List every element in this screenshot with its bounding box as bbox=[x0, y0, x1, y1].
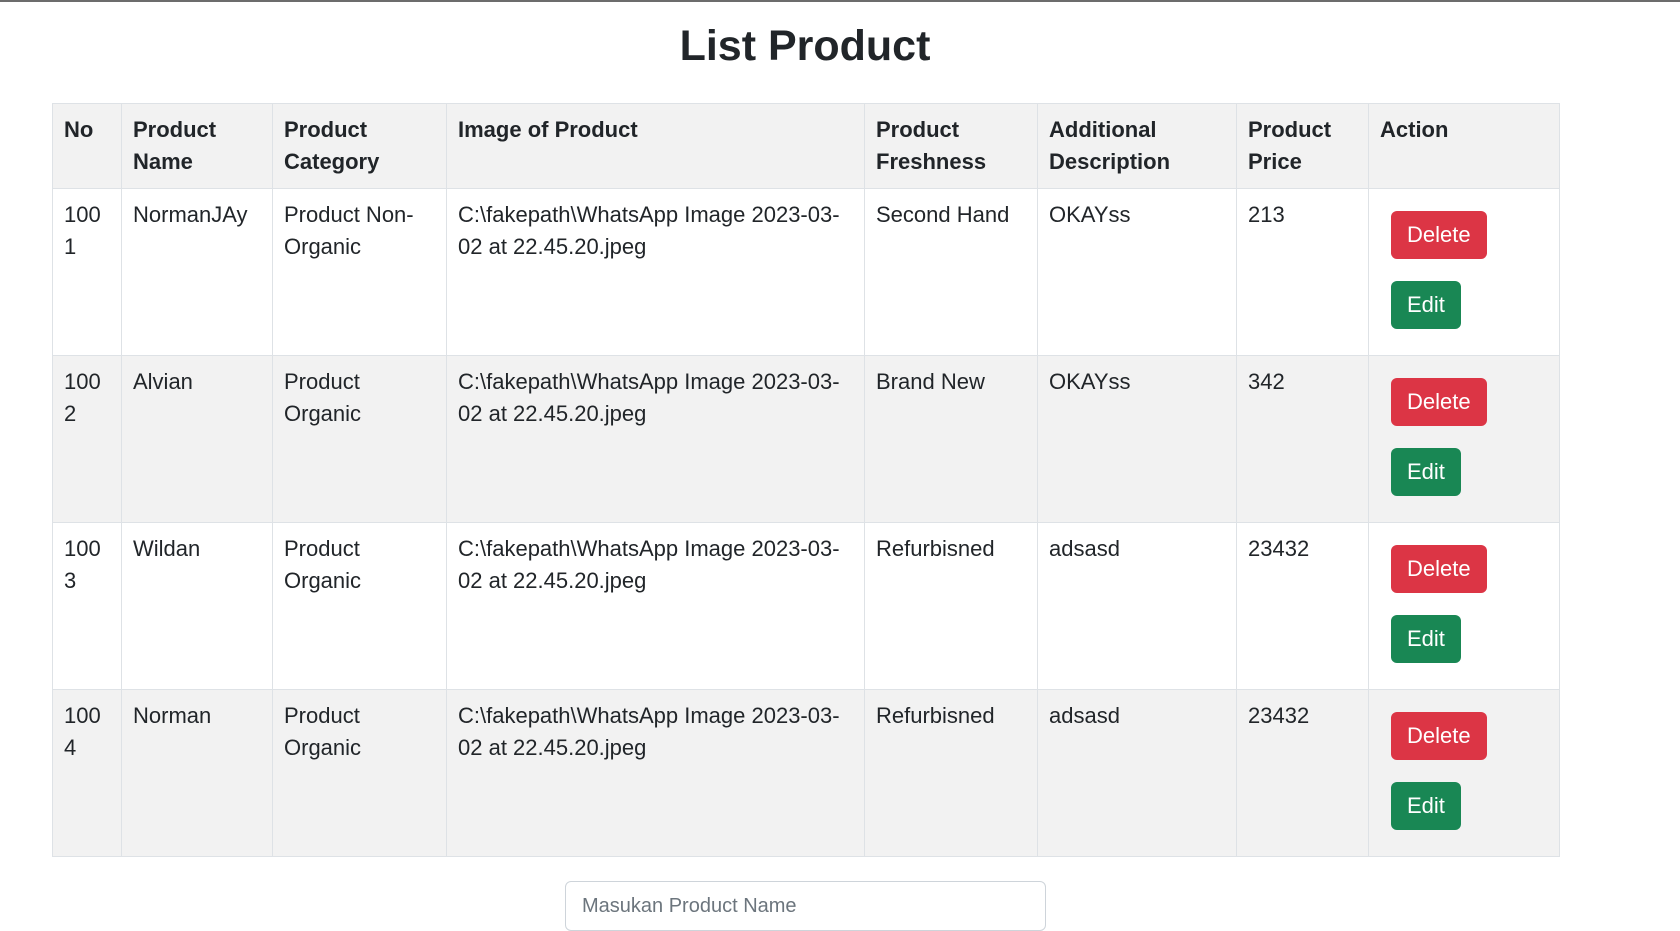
cell-no: 1001 bbox=[52, 188, 122, 356]
page-title: List Product bbox=[679, 22, 931, 70]
cell-product-category: Product Organic bbox=[272, 355, 447, 523]
cell-no: 1003 bbox=[52, 522, 122, 690]
cell-product-price: 342 bbox=[1236, 355, 1369, 523]
cell-product-name: Alvian bbox=[121, 355, 273, 523]
delete-button[interactable]: Delete bbox=[1391, 378, 1487, 426]
edit-button[interactable]: Edit bbox=[1391, 281, 1461, 329]
cell-product-category: Product Organic bbox=[272, 522, 447, 690]
product-table: No Product Name Product Category Image o… bbox=[52, 103, 1560, 857]
cell-action: Delete Edit bbox=[1368, 188, 1560, 356]
cell-additional-description: adsasd bbox=[1037, 522, 1237, 690]
table-row: 1001 NormanJAy Product Non-Organic C:\fa… bbox=[52, 188, 1560, 356]
cell-product-freshness: Refurbisned bbox=[864, 689, 1038, 857]
cell-action: Delete Edit bbox=[1368, 689, 1560, 857]
cell-image-of-product: C:\fakepath\WhatsApp Image 2023-03-02 at… bbox=[446, 522, 865, 690]
header-image-of-product: Image of Product bbox=[446, 103, 865, 189]
header-product-name: Product Name bbox=[121, 103, 273, 189]
header-product-price: Product Price bbox=[1236, 103, 1369, 189]
cell-product-category: Product Non-Organic bbox=[272, 188, 447, 356]
cell-product-freshness: Refurbisned bbox=[864, 522, 1038, 690]
cell-action: Delete Edit bbox=[1368, 522, 1560, 690]
cell-product-name: NormanJAy bbox=[121, 188, 273, 356]
table-body: 1001 NormanJAy Product Non-Organic C:\fa… bbox=[52, 188, 1560, 857]
cell-product-freshness: Second Hand bbox=[864, 188, 1038, 356]
delete-button[interactable]: Delete bbox=[1391, 545, 1487, 593]
cell-additional-description: OKAYss bbox=[1037, 355, 1237, 523]
table-row: 1004 Norman Product Organic C:\fakepath\… bbox=[52, 689, 1560, 857]
cell-product-freshness: Brand New bbox=[864, 355, 1038, 523]
cell-product-name: Wildan bbox=[121, 522, 273, 690]
table-row: 1003 Wildan Product Organic C:\fakepath\… bbox=[52, 522, 1560, 690]
cell-image-of-product: C:\fakepath\WhatsApp Image 2023-03-02 at… bbox=[446, 355, 865, 523]
cell-additional-description: adsasd bbox=[1037, 689, 1237, 857]
header-row: No Product Name Product Category Image o… bbox=[52, 103, 1560, 189]
cell-product-name: Norman bbox=[121, 689, 273, 857]
cell-no: 1002 bbox=[52, 355, 122, 523]
cell-image-of-product: C:\fakepath\WhatsApp Image 2023-03-02 at… bbox=[446, 689, 865, 857]
cell-image-of-product: C:\fakepath\WhatsApp Image 2023-03-02 at… bbox=[446, 188, 865, 356]
cell-action: Delete Edit bbox=[1368, 355, 1560, 523]
product-name-input[interactable] bbox=[565, 881, 1046, 931]
delete-button[interactable]: Delete bbox=[1391, 712, 1487, 760]
edit-button[interactable]: Edit bbox=[1391, 615, 1461, 663]
edit-button[interactable]: Edit bbox=[1391, 782, 1461, 830]
cell-no: 1004 bbox=[52, 689, 122, 857]
cell-additional-description: OKAYss bbox=[1037, 188, 1237, 356]
delete-button[interactable]: Delete bbox=[1391, 211, 1487, 259]
cell-product-category: Product Organic bbox=[272, 689, 447, 857]
header-product-freshness: Product Freshness bbox=[864, 103, 1038, 189]
table-header: No Product Name Product Category Image o… bbox=[52, 103, 1560, 189]
cell-product-price: 23432 bbox=[1236, 689, 1369, 857]
header-no: No bbox=[52, 103, 122, 189]
cell-product-price: 23432 bbox=[1236, 522, 1369, 690]
header-product-category: Product Category bbox=[272, 103, 447, 189]
header-additional-description: Additional Description bbox=[1037, 103, 1237, 189]
table-row: 1002 Alvian Product Organic C:\fakepath\… bbox=[52, 355, 1560, 523]
edit-button[interactable]: Edit bbox=[1391, 448, 1461, 496]
header-action: Action bbox=[1368, 103, 1560, 189]
cell-product-price: 213 bbox=[1236, 188, 1369, 356]
